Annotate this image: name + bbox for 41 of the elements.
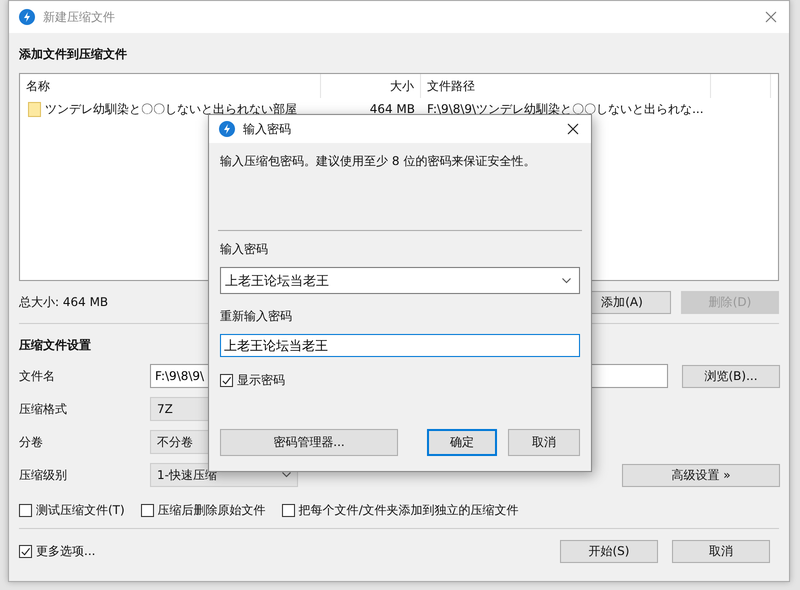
close-icon[interactable] <box>567 123 579 135</box>
cancel-button[interactable]: 取消 <box>508 429 580 456</box>
field-label: 压缩级别 <box>19 466 68 484</box>
field-label: 分卷 <box>19 434 44 450</box>
password-manager-button[interactable]: 密码管理器... <box>220 429 398 456</box>
dialog-title: 输入密码 <box>243 120 292 138</box>
checkbox[interactable] <box>220 374 233 387</box>
column-header[interactable]: 文件路径 <box>421 74 711 98</box>
total-size-label: 总大小: 464 MB <box>19 294 108 310</box>
caret-icon <box>282 472 291 478</box>
field-label: 重新输入密码 <box>220 308 293 324</box>
window-title: 新建压缩文件 <box>43 8 116 26</box>
column-header[interactable]: 大小 <box>321 74 421 98</box>
folder-icon <box>28 102 41 116</box>
field-label: 压缩格式 <box>19 400 68 418</box>
field-label: 输入密码 <box>220 241 269 257</box>
checkbox-label[interactable]: 压缩后删除原始文件 <box>158 502 266 518</box>
column-header[interactable]: 名称 <box>20 74 321 98</box>
start-button[interactable]: 开始(S) <box>560 540 658 563</box>
app-logo-icon <box>219 121 235 137</box>
section-heading: 压缩文件设置 <box>19 337 91 354</box>
checkbox[interactable] <box>19 545 32 558</box>
checkbox-label[interactable]: 测试压缩文件(T) <box>36 502 125 518</box>
checkbox[interactable] <box>19 504 32 516</box>
field-label: 文件名 <box>19 368 56 384</box>
cancel-button[interactable]: 取消 <box>672 540 770 563</box>
ok-button[interactable]: 确定 <box>427 429 497 456</box>
section-heading: 添加文件到压缩文件 <box>19 46 127 63</box>
caret-icon <box>562 278 571 284</box>
confirm-password-field[interactable]: 上老王论坛当老王 <box>220 334 580 357</box>
app-logo-icon <box>19 9 35 25</box>
browse-button[interactable]: 浏览(B)... <box>682 364 780 388</box>
table-cell-text: 464 MB <box>368 102 416 116</box>
checkbox-label[interactable]: 更多选项... <box>36 543 96 560</box>
checkbox-label[interactable]: 把每个文件/文件夹添加到独立的压缩文件 <box>298 502 519 518</box>
checkbox-label[interactable]: 显示密码 <box>237 372 285 389</box>
checkbox[interactable] <box>282 504 295 516</box>
checkbox[interactable] <box>140 504 154 516</box>
description-text: 输入压缩包密码。建议使用至少 8 位的密码来保证安全性。 <box>220 153 536 170</box>
advanced-settings-button[interactable]: 高级设置 » <box>622 464 780 486</box>
password-dropdown[interactable]: 上老王论坛当老王 <box>220 267 580 294</box>
